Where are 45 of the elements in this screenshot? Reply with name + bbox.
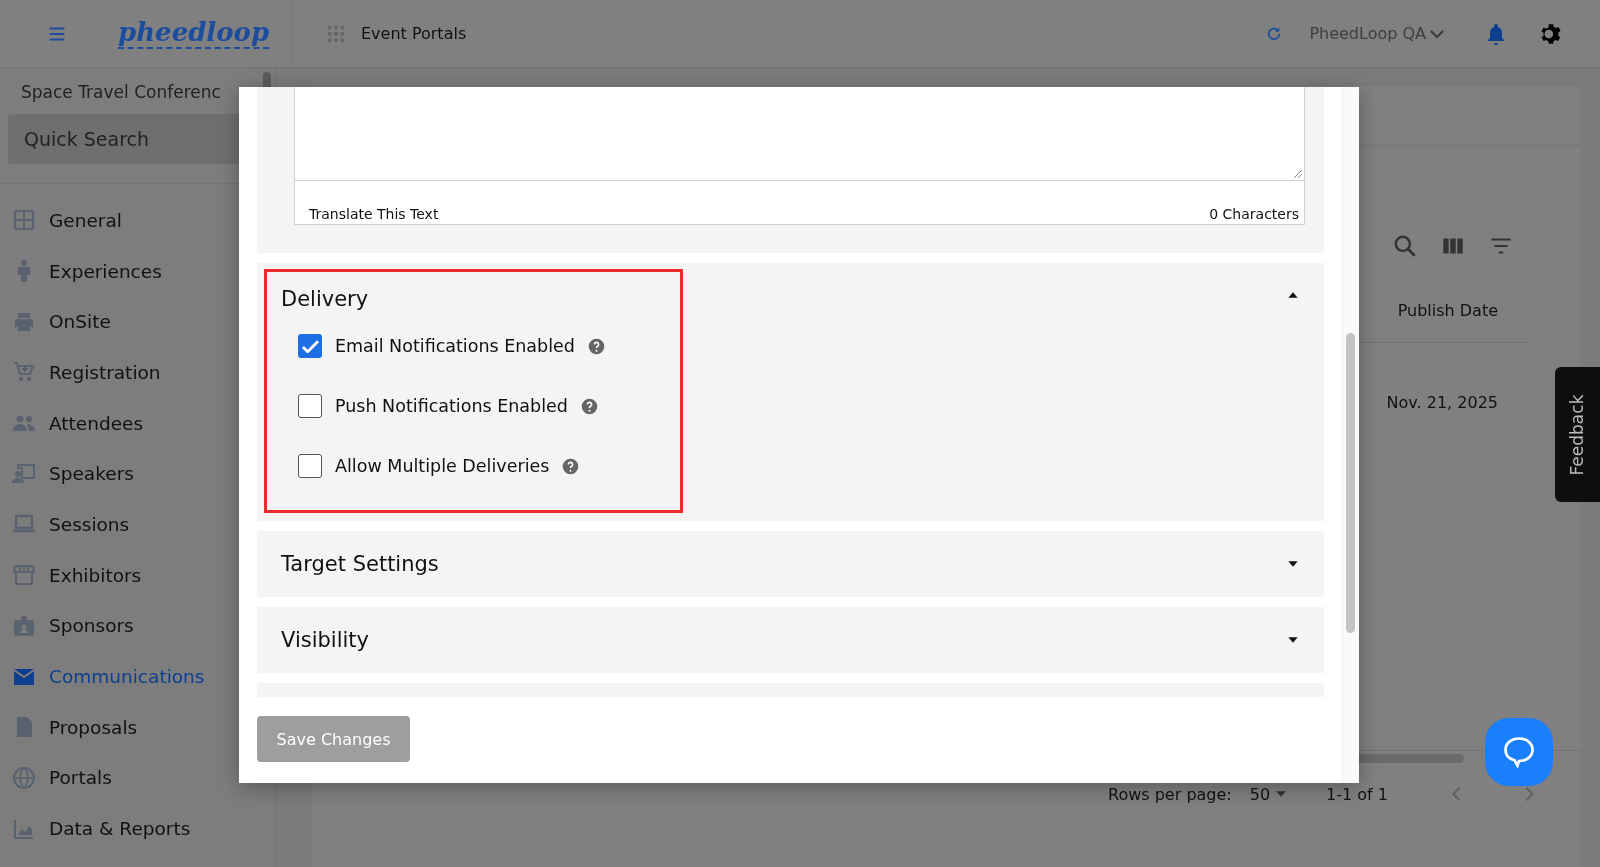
nav-icon xyxy=(12,613,36,638)
check-icon xyxy=(301,339,319,353)
section-title[interactable]: Visibility xyxy=(281,628,369,652)
nav-icon xyxy=(12,765,36,790)
feedback-tab[interactable]: Feedback xyxy=(1555,367,1600,502)
checkbox-label[interactable]: Push Notifications Enabled xyxy=(335,396,568,416)
nav-item[interactable]: OnSite xyxy=(0,296,275,348)
section-title[interactable]: Target Settings xyxy=(281,552,439,576)
nav-item[interactable]: Data & Reports xyxy=(0,803,275,854)
nav-item[interactable]: Experiences xyxy=(0,245,275,297)
nav-icon xyxy=(12,461,36,486)
account-dropdown[interactable]: PheedLoop QA xyxy=(1309,24,1444,43)
resize-grip-icon[interactable] xyxy=(1294,170,1302,178)
event-name: Space Travel Conferenc xyxy=(21,82,222,104)
help-icon[interactable] xyxy=(587,337,605,355)
table-cell: Nov. 21, 2025 xyxy=(1386,393,1498,412)
nav-icon xyxy=(12,208,36,233)
chat-button[interactable] xyxy=(1485,718,1553,786)
checkbox-label[interactable]: Email Notifications Enabled xyxy=(335,336,575,356)
chevron-down-icon xyxy=(1430,29,1444,38)
character-count: 0 Characters xyxy=(1209,207,1299,221)
chat-icon xyxy=(1504,736,1534,768)
checkbox[interactable] xyxy=(298,394,322,418)
nav-item[interactable]: General xyxy=(0,195,275,246)
nav-icon xyxy=(12,563,36,588)
nav-item[interactable]: Attendees xyxy=(0,397,275,449)
section-title[interactable]: Delivery xyxy=(281,287,369,311)
rows-per-page-dropdown[interactable]: 50 xyxy=(1249,784,1287,804)
scrollbar-thumb[interactable] xyxy=(1346,333,1355,633)
help-icon[interactable] xyxy=(580,397,598,415)
rows-per-page-label: Rows per page: xyxy=(1108,784,1232,804)
help-icon[interactable] xyxy=(562,457,580,475)
section-panel[interactable]: Visibility xyxy=(257,607,1324,673)
page-title: Event Portals xyxy=(361,24,467,43)
checkbox[interactable] xyxy=(298,454,322,478)
checkbox-label[interactable]: Allow Multiple Deliveries xyxy=(335,456,550,476)
nav-item[interactable]: Registration xyxy=(0,347,275,398)
checkbox[interactable] xyxy=(298,334,322,358)
page-range: 1-1 of 1 xyxy=(1326,784,1388,804)
caret-icon xyxy=(1276,791,1287,797)
section-panel[interactable]: Target Settings xyxy=(257,531,1324,597)
search-icon[interactable] xyxy=(1392,233,1418,259)
column-header[interactable]: Publish Date xyxy=(1397,301,1498,320)
nav-item[interactable]: Speakers xyxy=(0,448,275,500)
translate-link[interactable]: Translate This Text xyxy=(309,207,439,221)
